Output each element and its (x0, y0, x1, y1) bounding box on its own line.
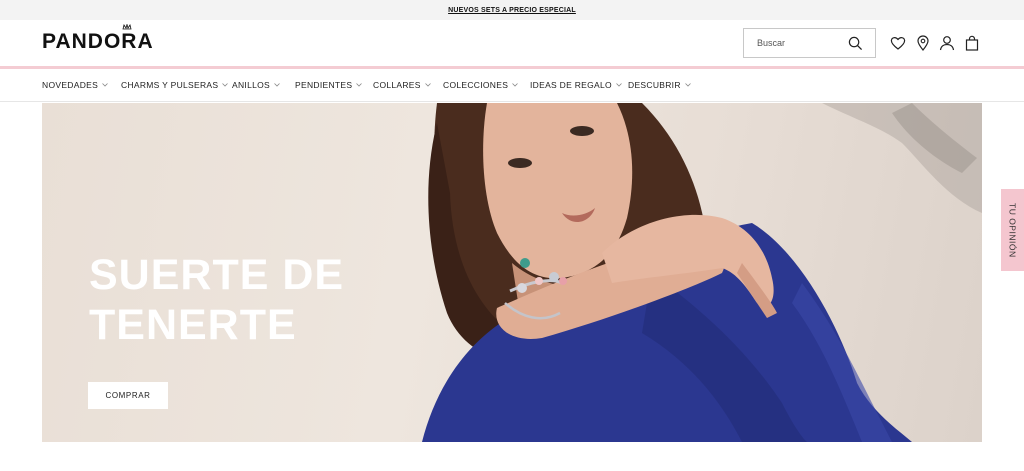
user-icon[interactable] (939, 35, 955, 51)
chevron-down-icon (222, 83, 229, 87)
shop-now-button[interactable]: COMPRAR (88, 382, 168, 409)
search-input[interactable] (744, 29, 844, 57)
chevron-down-icon (274, 83, 280, 87)
search-icon[interactable] (848, 36, 863, 51)
heart-icon[interactable] (890, 35, 906, 51)
nav-item-label: CHARMS Y PULSERAS (121, 80, 219, 90)
hero-title-line1: SUERTE DE (89, 251, 345, 299)
nav-item-colecciones[interactable]: COLECCIONES (443, 80, 518, 90)
nav-item-label: PENDIENTES (295, 80, 353, 90)
nav-item-label: DESCUBRIR (628, 80, 681, 90)
feedback-label: TU OPINIÓN (1007, 202, 1018, 258)
location-pin-icon[interactable] (915, 35, 931, 51)
hero-title-line2: TENERTE (89, 301, 297, 349)
promo-link[interactable]: NUEVOS SETS A PRECIO ESPECIAL (448, 7, 576, 14)
nav-item-collares[interactable]: COLLARES (373, 80, 431, 90)
chevron-down-icon (512, 83, 518, 87)
nav-item-novedades[interactable]: NOVEDADES (42, 80, 108, 90)
hero-banner[interactable]: SUERTE DE TENERTE COMPRAR (42, 103, 982, 442)
main-nav: NOVEDADES CHARMS Y PULSERAS ANILLOS PEND… (0, 69, 1024, 102)
chevron-down-icon (616, 83, 622, 87)
nav-item-descubrir[interactable]: DESCUBRIR (628, 80, 691, 90)
nav-item-pendientes[interactable]: PENDIENTES (295, 80, 363, 90)
nav-item-ideas-regalo[interactable]: IDEAS DE REGALO (530, 80, 622, 90)
chevron-down-icon (684, 83, 691, 87)
feedback-tab[interactable]: TU OPINIÓN (1001, 189, 1024, 271)
chevron-down-icon (102, 83, 108, 87)
site-header: PANDORA (0, 20, 1024, 66)
promo-bar: NUEVOS SETS A PRECIO ESPECIAL (0, 0, 1024, 20)
hero-title: SUERTE DE TENERTE (89, 250, 344, 350)
nav-item-label: COLLARES (373, 80, 421, 90)
nav-item-label: COLECCIONES (443, 80, 509, 90)
bag-icon[interactable] (964, 35, 980, 51)
nav-item-label: NOVEDADES (42, 80, 99, 90)
nav-item-anillos[interactable]: ANILLOS (232, 80, 280, 90)
chevron-down-icon (356, 83, 363, 87)
brand-logo[interactable]: PANDORA (42, 30, 154, 54)
nav-item-label: ANILLOS (232, 80, 271, 90)
chevron-down-icon (424, 83, 431, 87)
nav-item-charms[interactable]: CHARMS Y PULSERAS (121, 80, 229, 90)
search-box[interactable] (743, 28, 876, 58)
nav-item-label: IDEAS DE REGALO (530, 80, 612, 90)
crown-icon (122, 24, 132, 30)
